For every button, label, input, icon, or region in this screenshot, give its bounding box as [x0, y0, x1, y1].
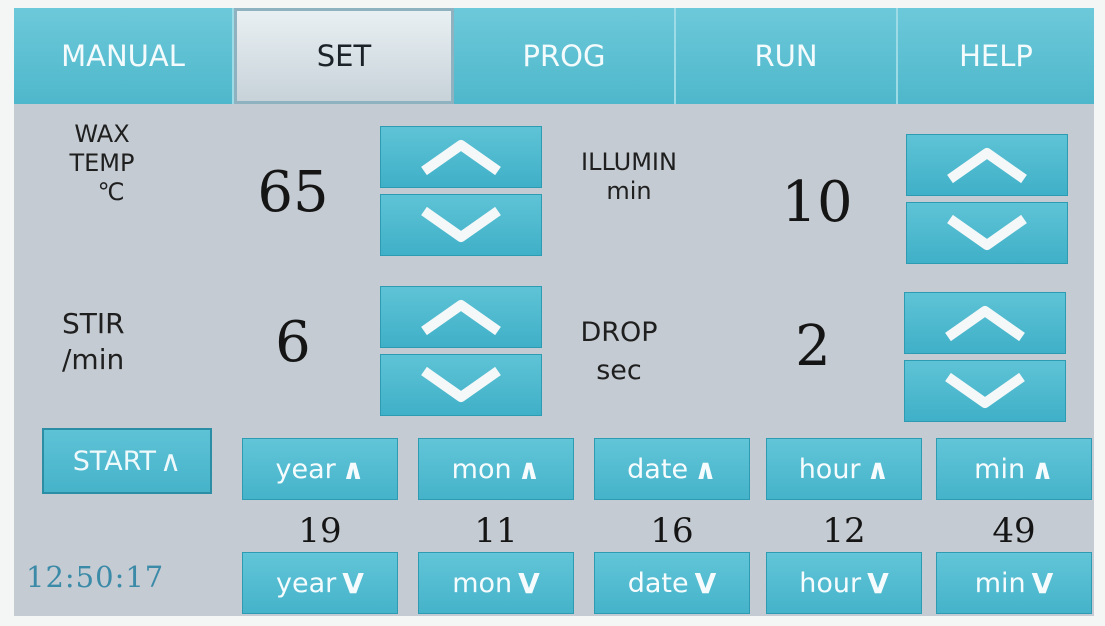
drop-value: 2: [795, 314, 831, 379]
chevron-up-icon: [421, 140, 501, 176]
date-down-label: date: [627, 567, 689, 599]
chevron-down-icon: V: [518, 566, 540, 600]
min-up-button[interactable]: min ∧: [936, 438, 1092, 500]
hour-down-label: hour: [799, 567, 862, 599]
chevron-up-icon: ∧: [341, 452, 365, 486]
hour-up-label: hour: [798, 453, 861, 485]
date-up-button[interactable]: date ∧: [594, 438, 750, 500]
chevron-down-icon: V: [1031, 566, 1054, 600]
chevron-up-icon: ∧: [866, 452, 890, 486]
stir-down-button[interactable]: [380, 354, 542, 416]
chevron-down-icon: [945, 372, 1025, 408]
mon-up-label: mon: [451, 453, 512, 485]
stir-label: STIR /min: [44, 306, 154, 378]
chevron-down-icon: [421, 206, 501, 242]
tab-manual[interactable]: MANUAL: [14, 8, 234, 104]
chevron-up-icon: ∧: [517, 452, 541, 486]
wax-temp-label: WAX TEMP ℃: [52, 120, 152, 207]
tab-set[interactable]: SET: [234, 8, 454, 104]
wax-temp-label-line2: TEMP: [69, 149, 135, 177]
min-down-button[interactable]: min V: [936, 552, 1092, 614]
wax-temp-unit: ℃: [97, 178, 125, 206]
year-value: 19: [298, 511, 342, 551]
tab-run[interactable]: RUN: [676, 8, 898, 104]
wax-temp-down-button[interactable]: [380, 194, 542, 256]
date-down-button[interactable]: date V: [594, 552, 750, 614]
chevron-up-icon: [421, 300, 501, 336]
wax-temp-label-line1: WAX: [74, 120, 130, 148]
chevron-up-icon: ∧: [160, 444, 182, 478]
wax-temp-value: 65: [257, 160, 329, 225]
mon-up-button[interactable]: mon ∧: [418, 438, 574, 500]
tab-help[interactable]: HELP: [898, 8, 1094, 104]
chevron-up-icon: ∧: [1031, 452, 1054, 486]
chevron-down-icon: V: [342, 566, 364, 600]
illumin-label: ILLUMIN min: [554, 148, 704, 206]
touch-screen: MANUAL SET PROG RUN HELP WAX TEMP ℃ 65 I…: [14, 8, 1094, 616]
chevron-down-icon: [947, 214, 1027, 250]
min-down-label: min: [974, 567, 1026, 599]
drop-unit: sec: [596, 355, 642, 386]
stir-unit: /min: [62, 343, 125, 376]
start-button[interactable]: START ∧: [42, 428, 212, 494]
mon-down-label: mon: [452, 567, 513, 599]
drop-label: DROP sec: [560, 314, 678, 390]
clock-display: 12:50:17: [26, 560, 165, 594]
illumin-unit: min: [606, 177, 652, 205]
chevron-up-icon: [945, 306, 1025, 342]
chevron-down-icon: V: [694, 566, 717, 600]
hour-down-button[interactable]: hour V: [766, 552, 922, 614]
stir-up-button[interactable]: [380, 286, 542, 348]
year-up-label: year: [275, 453, 336, 485]
start-button-label: START: [72, 445, 157, 477]
illumin-label-text: ILLUMIN: [581, 148, 677, 176]
year-up-button[interactable]: year ∧: [242, 438, 398, 500]
chevron-down-icon: V: [867, 566, 889, 600]
year-down-label: year: [276, 567, 337, 599]
date-value: 16: [650, 511, 694, 551]
illumin-up-button[interactable]: [906, 134, 1068, 196]
year-down-button[interactable]: year V: [242, 552, 398, 614]
wax-temp-up-button[interactable]: [380, 126, 542, 188]
illumin-value: 10: [781, 170, 853, 235]
stir-label-text: STIR: [62, 307, 125, 340]
mon-value: 11: [474, 511, 518, 551]
chevron-up-icon: [947, 148, 1027, 184]
min-up-label: min: [974, 453, 1026, 485]
hour-up-button[interactable]: hour ∧: [766, 438, 922, 500]
chevron-down-icon: [421, 366, 501, 402]
drop-label-text: DROP: [580, 317, 658, 348]
hour-value: 12: [822, 511, 866, 551]
min-value: 49: [992, 511, 1036, 551]
chevron-up-icon: ∧: [694, 452, 717, 486]
mon-down-button[interactable]: mon V: [418, 552, 574, 614]
date-up-label: date: [627, 453, 689, 485]
drop-down-button[interactable]: [904, 360, 1066, 422]
tab-prog[interactable]: PROG: [454, 8, 676, 104]
illumin-down-button[interactable]: [906, 202, 1068, 264]
stir-value: 6: [275, 310, 311, 375]
drop-up-button[interactable]: [904, 292, 1066, 354]
